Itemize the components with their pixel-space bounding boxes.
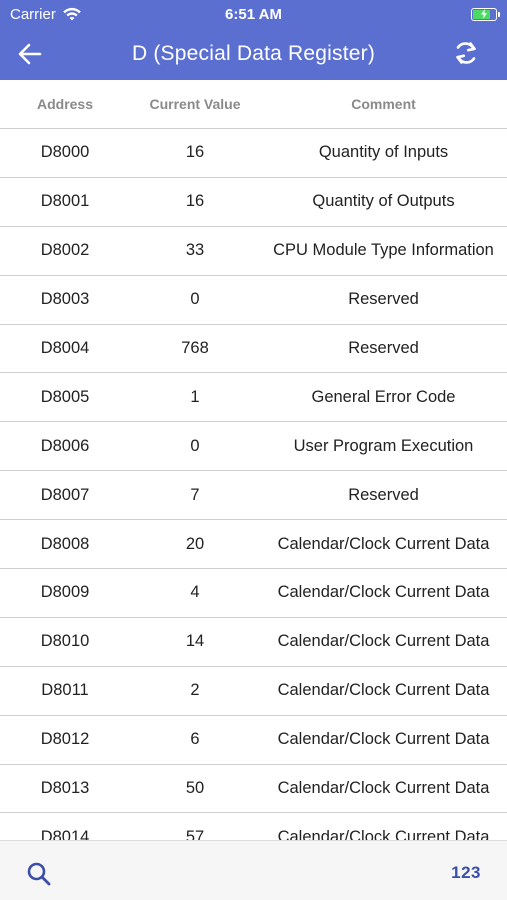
status-bar: Carrier 6:51 AM (0, 0, 507, 28)
cell-address: D8008 (40, 534, 90, 553)
refresh-icon[interactable] (451, 38, 481, 68)
table-header: Address Current Value Comment (0, 80, 507, 129)
cell-address: D8005 (40, 387, 90, 406)
cell-comment: Calendar/Clock Current Data (277, 827, 490, 840)
table-row[interactable]: D8006 0 User Program Execution (0, 422, 507, 472)
cell-comment: Calendar/Clock Current Data (277, 730, 490, 749)
bottom-toolbar: 123 (0, 840, 507, 900)
cell-address: D8000 (40, 143, 90, 162)
status-left: Carrier (10, 6, 82, 23)
cell-address: D8003 (40, 290, 90, 309)
table-row[interactable]: D8001 16 Quantity of Outputs (0, 178, 507, 227)
header-current-value: Current Value (149, 96, 241, 112)
arrow-left-icon[interactable] (16, 40, 44, 68)
table-row[interactable]: D8010 14 Calendar/Clock Current Data (0, 618, 507, 667)
cell-current-value: 50 (185, 779, 205, 798)
table-row[interactable]: D8013 50 Calendar/Clock Current Data (0, 765, 507, 814)
cell-comment: Calendar/Clock Current Data (277, 583, 490, 602)
cell-comment: Quantity of Outputs (312, 192, 455, 211)
cell-address: D8007 (40, 485, 90, 504)
table-row[interactable]: D8003 0 Reserved (0, 276, 507, 325)
cell-address: D8009 (40, 583, 90, 602)
cell-comment: User Program Execution (293, 436, 474, 455)
cell-comment: Calendar/Clock Current Data (277, 534, 490, 553)
table-row[interactable]: D8014 57 Calendar/Clock Current Data (0, 813, 507, 840)
search-icon[interactable] (26, 861, 52, 887)
register-list[interactable]: D8000 16 Quantity of Inputs D8001 16 Quantity… (0, 129, 507, 840)
cell-comment: Reserved (348, 485, 419, 504)
wifi-icon (63, 7, 81, 20)
table-row[interactable]: D8008 20 Calendar/Clock Current Data (0, 520, 507, 570)
cell-current-value: 6 (190, 730, 200, 749)
cell-comment: Quantity of Inputs (318, 143, 449, 162)
cell-comment: Calendar/Clock Current Data (277, 632, 490, 651)
cell-current-value: 57 (185, 827, 205, 840)
table-row[interactable]: D8011 2 Calendar/Clock Current Data (0, 667, 507, 716)
cell-current-value: 2 (190, 681, 200, 700)
table-row[interactable]: D8012 6 Calendar/Clock Current Data (0, 716, 507, 765)
cell-address: D8001 (40, 192, 90, 211)
cell-address: D8014 (40, 827, 90, 840)
nav-bar: D (Special Data Register) (0, 28, 507, 80)
cell-comment: General Error Code (311, 387, 456, 406)
carrier-label: Carrier (10, 5, 56, 23)
cell-address: D8011 (41, 681, 89, 700)
page-title: D (Special Data Register) (131, 42, 376, 65)
cell-current-value: 4 (190, 583, 200, 602)
numeric-input-button[interactable]: 123 (451, 863, 481, 883)
table-row[interactable]: D8004 768 Reserved (0, 325, 507, 374)
table-row[interactable]: D8005 1 General Error Code (0, 373, 507, 423)
table-row[interactable]: D8002 33 CPU Module Type Information (0, 227, 507, 276)
header-address: Address (36, 96, 94, 112)
table-row[interactable]: D8009 4 Calendar/Clock Current Data (0, 569, 507, 618)
header-comment: Comment (351, 96, 416, 112)
cell-current-value: 1 (190, 387, 200, 406)
cell-current-value: 14 (185, 632, 205, 651)
cell-comment: Calendar/Clock Current Data (277, 681, 490, 700)
cell-address: D8012 (40, 730, 90, 749)
cell-comment: Reserved (348, 290, 419, 309)
table-row[interactable]: D8007 7 Reserved (0, 471, 507, 521)
cell-current-value: 0 (190, 290, 200, 309)
cell-address: D8002 (40, 241, 90, 260)
table-row[interactable]: D8000 16 Quantity of Inputs (0, 129, 507, 178)
cell-current-value: 16 (185, 192, 205, 211)
cell-current-value: 768 (181, 339, 209, 357)
cell-current-value: 0 (190, 436, 200, 455)
cell-comment: CPU Module Type Information (273, 241, 494, 260)
cell-current-value: 33 (185, 241, 205, 260)
cell-current-value: 20 (185, 534, 205, 553)
cell-comment: Calendar/Clock Current Data (277, 779, 490, 798)
cell-address: D8006 (40, 436, 90, 455)
cell-address: D8013 (40, 779, 90, 798)
app-header: Carrier 6:51 AM D (Special Data Register… (0, 0, 507, 80)
cell-address: D8010 (40, 632, 90, 651)
cell-current-value: 7 (190, 485, 200, 504)
cell-current-value: 16 (185, 143, 205, 162)
cell-address: D8004 (40, 339, 90, 357)
cell-comment: Reserved (348, 339, 419, 357)
battery-charging-icon (471, 7, 500, 21)
